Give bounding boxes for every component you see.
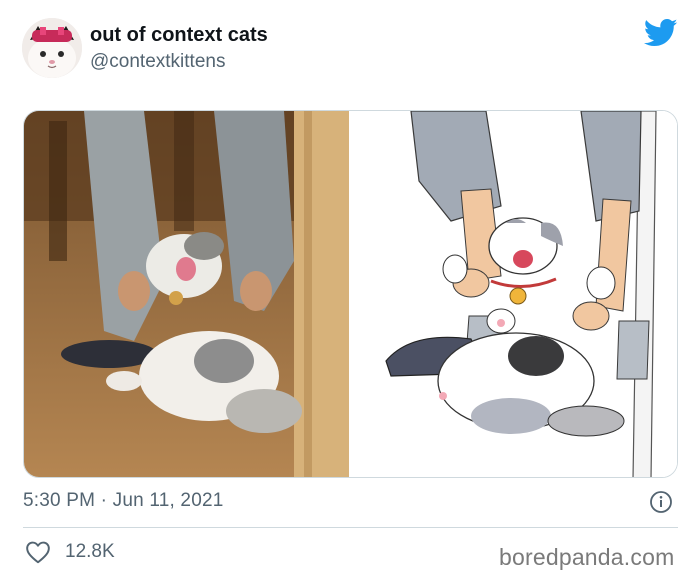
- cat-illustration[interactable]: [351, 111, 677, 477]
- tweet-card: out of context cats @contextkittens 5:30…: [0, 0, 700, 582]
- info-icon[interactable]: [649, 490, 673, 514]
- tweet-timestamp[interactable]: 5:30 PM · Jun 11, 2021: [23, 490, 224, 512]
- tweet-media[interactable]: [23, 110, 678, 478]
- heart-icon[interactable]: [25, 540, 51, 564]
- twitter-bird-icon[interactable]: [643, 18, 678, 48]
- display-name[interactable]: out of context cats: [90, 24, 268, 47]
- like-button[interactable]: 12.8K: [25, 540, 115, 564]
- divider: [23, 527, 678, 528]
- user-handle[interactable]: @contextkittens: [90, 51, 225, 73]
- cat-photo[interactable]: [24, 111, 349, 477]
- watermark: boredpanda.com: [499, 544, 675, 570]
- avatar[interactable]: [22, 18, 82, 78]
- like-count: 12.8K: [65, 541, 115, 562]
